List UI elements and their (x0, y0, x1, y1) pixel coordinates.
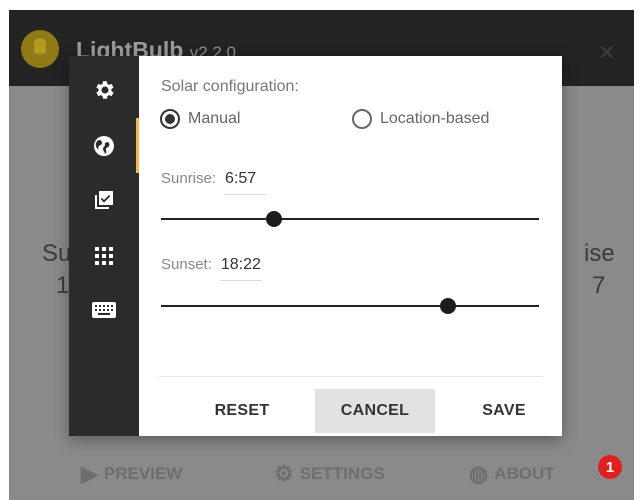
sunrise-slider[interactable] (161, 209, 539, 229)
nav-settings-label: SETTINGS (299, 464, 385, 483)
globe-icon[interactable] (84, 126, 124, 166)
close-icon[interactable]: ✕ (598, 40, 616, 66)
nav-about-label: ABOUT (494, 464, 555, 483)
solar-configuration-label: Solar configuration: (161, 78, 299, 95)
radio-manual-label: Manual (188, 110, 241, 127)
sunrise-field: Sunrise: 6:57 (161, 170, 267, 195)
settings-dialog: Solar configuration: Manual Location-bas… (69, 56, 562, 436)
radio-location-label: Location-based (380, 110, 490, 127)
play-circle-icon: ▶ (81, 461, 98, 486)
cancel-button[interactable]: CANCEL (315, 389, 435, 433)
nav-preview[interactable]: ▶ PREVIEW (81, 461, 182, 487)
dialog-divider (159, 376, 543, 377)
globe-icon: ◍ (469, 461, 489, 486)
reset-button[interactable]: RESET (197, 389, 287, 433)
sunset-field: Sunset: 18:22 (161, 256, 262, 281)
keyboard-icon[interactable] (84, 290, 124, 330)
gear-icon[interactable] (84, 70, 124, 110)
dialog-content: Solar configuration: Manual Location-bas… (139, 56, 562, 436)
checkbox-icon[interactable] (84, 180, 124, 220)
background-sunset-label: ise (584, 240, 615, 267)
notification-badge[interactable]: 1 (598, 455, 622, 479)
radio-manual[interactable]: Manual (160, 109, 240, 129)
slider-track (161, 218, 539, 220)
apps-grid-icon[interactable] (84, 236, 124, 276)
bottom-navigation: ▶ PREVIEW ⚙ SETTINGS ◍ ABOUT (9, 453, 634, 493)
slider-track (161, 305, 539, 307)
background-sunset-value: 7 (592, 272, 606, 299)
slider-thumb[interactable] (440, 298, 457, 314)
nav-about[interactable]: ◍ ABOUT (469, 461, 555, 487)
sunset-label: Sunset: (161, 256, 212, 273)
nav-settings[interactable]: ⚙ SETTINGS (274, 461, 385, 487)
gear-icon: ⚙ (274, 461, 294, 486)
sunset-input[interactable]: 18:22 (219, 256, 262, 281)
sunset-slider[interactable] (161, 296, 539, 316)
background-sunrise-label: Su (42, 240, 72, 267)
sunrise-label: Sunrise: (161, 170, 217, 187)
radio-location-based[interactable]: Location-based (352, 109, 489, 129)
radio-unchecked-icon (352, 109, 372, 129)
dialog-sidebar (69, 56, 139, 436)
nav-preview-label: PREVIEW (103, 464, 183, 483)
sunrise-input[interactable]: 6:57 (224, 170, 267, 195)
save-button[interactable]: SAVE (464, 389, 544, 433)
lightbulb-logo-icon (21, 30, 59, 68)
slider-thumb[interactable] (266, 211, 283, 227)
radio-checked-icon (160, 109, 180, 129)
